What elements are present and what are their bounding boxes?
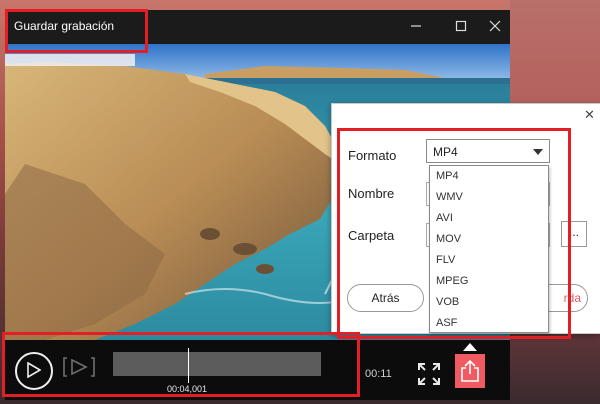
fullscreen-button[interactable] xyxy=(417,362,441,391)
duration-time: 00:11 xyxy=(365,368,392,380)
dialog-close-icon[interactable]: ✕ xyxy=(584,107,595,123)
format-highlight-box xyxy=(337,128,571,339)
maximize-icon xyxy=(455,20,467,32)
fullscreen-icon xyxy=(418,363,440,385)
close-window-button[interactable] xyxy=(482,15,508,37)
minimize-icon xyxy=(411,25,421,27)
maximize-button[interactable] xyxy=(448,15,474,37)
controls-highlight-box xyxy=(2,332,360,397)
export-button[interactable] xyxy=(455,354,485,388)
export-popover-caret xyxy=(463,343,477,351)
minimize-button[interactable] xyxy=(403,15,429,37)
share-export-icon xyxy=(461,359,479,382)
title-highlight-box xyxy=(5,9,148,53)
close-icon xyxy=(489,20,501,32)
